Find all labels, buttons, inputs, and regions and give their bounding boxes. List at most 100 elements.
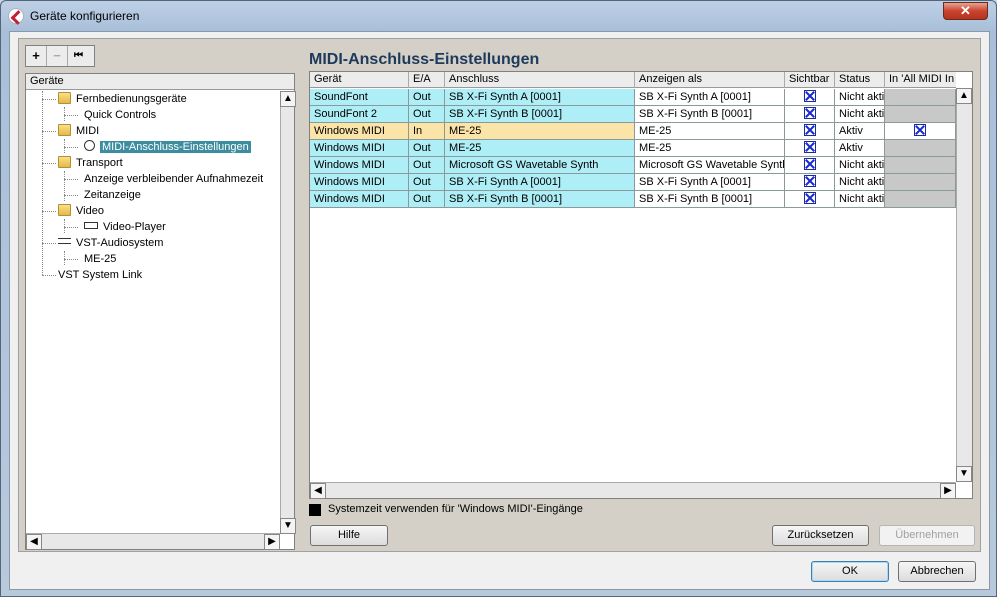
cell-visible[interactable] (785, 106, 835, 123)
tree-item-zeitanzeige[interactable]: Zeitanzeige (84, 187, 141, 203)
tree-item-me-25[interactable]: ME-25 (84, 251, 116, 267)
remove-device-button[interactable]: − (47, 46, 68, 66)
cell-port[interactable]: ME-25 (445, 140, 635, 157)
tree-item-vst-audiosystem[interactable]: VST-Audiosystem (58, 235, 163, 251)
table-row[interactable]: Windows MIDI Out Microsoft GS Wavetable Sy… (310, 157, 956, 174)
table-row[interactable]: Windows MIDI In ME-25 ME-25 Aktiv (310, 123, 956, 140)
tree-item-transport[interactable]: Transport (58, 155, 123, 171)
cell-device[interactable]: Windows MIDI (310, 140, 409, 157)
tree-item-anzeige-aufnahmezeit[interactable]: Anzeige verbleibender Aufnahmezeit (84, 171, 263, 187)
cancel-button[interactable]: Abbrechen (898, 561, 976, 582)
scroll-left-arrow-icon[interactable]: ◀ (310, 483, 326, 499)
checkbox-checked-icon[interactable] (803, 141, 816, 153)
cell-show-as[interactable]: Microsoft GS Wavetable Synth (635, 157, 785, 174)
cell-all-midi-in[interactable] (885, 191, 956, 208)
scroll-right-arrow-icon[interactable]: ▶ (940, 483, 956, 499)
tree-item-vst-system-link[interactable]: VST System Link (58, 267, 142, 283)
cell-all-midi-in[interactable] (885, 123, 956, 140)
column-header-io[interactable]: E/A (409, 72, 445, 88)
cell-all-midi-in[interactable] (885, 140, 956, 157)
scroll-down-arrow-icon[interactable]: ▼ (280, 518, 296, 534)
table-row[interactable]: Windows MIDI Out SB X-Fi Synth B [0001] SB … (310, 191, 956, 208)
cell-visible[interactable] (785, 191, 835, 208)
help-button[interactable]: Hilfe (310, 525, 388, 546)
cell-device[interactable]: Windows MIDI (310, 123, 409, 140)
tree-item-midi-anschluss-einstellungen[interactable]: MIDI-Anschluss-Einstellungen (84, 139, 251, 155)
column-header-port[interactable]: Anschluss (445, 72, 635, 88)
checkbox-checked-icon[interactable] (914, 124, 926, 136)
cell-io[interactable]: Out (409, 157, 445, 174)
cell-visible[interactable] (785, 157, 835, 174)
table-row[interactable]: SoundFont Out SB X-Fi Synth A [0001] SB X-F… (310, 89, 956, 106)
cell-show-as[interactable]: SB X-Fi Synth B [0001] (635, 106, 785, 123)
cell-device[interactable]: SoundFont (310, 89, 409, 106)
reset-first-button[interactable]: ⏮ (68, 46, 89, 66)
scroll-left-arrow-icon[interactable]: ◀ (26, 534, 42, 550)
cell-status[interactable]: Aktiv (835, 140, 885, 157)
cell-port[interactable]: SB X-Fi Synth B [0001] (445, 191, 635, 208)
apply-button[interactable]: Übernehmen (879, 525, 975, 546)
close-button[interactable]: ✕ (943, 2, 988, 20)
tree-item-video-player[interactable]: Video-Player (84, 219, 166, 235)
cell-visible[interactable] (785, 140, 835, 157)
reset-button[interactable]: Zurücksetzen (772, 525, 869, 546)
tree-item-fernbedienungsgeraete[interactable]: Fernbedienungsgeräte (58, 91, 187, 107)
cell-show-as[interactable]: SB X-Fi Synth A [0001] (635, 89, 785, 106)
cell-show-as[interactable]: ME-25 (635, 140, 785, 157)
cell-port[interactable]: SB X-Fi Synth A [0001] (445, 89, 635, 106)
cell-io[interactable]: Out (409, 140, 445, 157)
tree-item-midi[interactable]: MIDI (58, 123, 99, 139)
cell-status[interactable]: Nicht aktiv (835, 174, 885, 191)
cell-port[interactable]: ME-25 (445, 123, 635, 140)
cell-status[interactable]: Nicht aktiv (835, 89, 885, 106)
cell-status[interactable]: Aktiv (835, 123, 885, 140)
table-row[interactable]: Windows MIDI Out ME-25 ME-25 Aktiv (310, 140, 956, 157)
tree-item-quick-controls[interactable]: Quick Controls (84, 107, 156, 123)
cell-port[interactable]: Microsoft GS Wavetable Synth (445, 157, 635, 174)
column-header-status[interactable]: Status (835, 72, 885, 88)
cell-port[interactable]: SB X-Fi Synth B [0001] (445, 106, 635, 123)
cell-io[interactable]: Out (409, 89, 445, 106)
column-header-show-as[interactable]: Anzeigen als (635, 72, 785, 88)
tree-item-video[interactable]: Video (58, 203, 104, 219)
cell-io[interactable]: Out (409, 191, 445, 208)
table-vertical-scrollbar[interactable]: ▲ ▼ (956, 88, 972, 482)
tree-horizontal-scrollbar[interactable]: ◀ ▶ (26, 533, 280, 550)
table-horizontal-scrollbar[interactable]: ◀ ▶ (310, 482, 956, 499)
cell-status[interactable]: Nicht aktiv (835, 191, 885, 208)
column-header-all-midi-in[interactable]: In 'All MIDI In (885, 72, 956, 88)
cell-show-as[interactable]: SB X-Fi Synth A [0001] (635, 174, 785, 191)
cell-all-midi-in[interactable] (885, 174, 956, 191)
column-header-device[interactable]: Gerät (310, 72, 409, 88)
cell-device[interactable]: Windows MIDI (310, 174, 409, 191)
checkbox-checked-icon[interactable] (803, 124, 816, 136)
cell-visible[interactable] (785, 123, 835, 140)
cell-all-midi-in[interactable] (885, 89, 956, 106)
scroll-up-arrow-icon[interactable]: ▲ (280, 91, 296, 107)
cell-device[interactable]: Windows MIDI (310, 191, 409, 208)
checkbox-checked-icon[interactable] (803, 90, 816, 102)
cell-io[interactable]: In (409, 123, 445, 140)
checkbox-checked-icon[interactable] (803, 192, 816, 204)
cell-io[interactable]: Out (409, 174, 445, 191)
system-time-checkbox[interactable] (309, 504, 321, 516)
cell-show-as[interactable]: ME-25 (635, 123, 785, 140)
add-device-button[interactable]: + (26, 46, 47, 66)
ok-button[interactable]: OK (811, 561, 889, 582)
checkbox-checked-icon[interactable] (803, 175, 816, 187)
cell-show-as[interactable]: SB X-Fi Synth B [0001] (635, 191, 785, 208)
cell-all-midi-in[interactable] (885, 106, 956, 123)
checkbox-checked-icon[interactable] (803, 107, 816, 119)
cell-port[interactable]: SB X-Fi Synth A [0001] (445, 174, 635, 191)
cell-status[interactable]: Nicht aktiv (835, 157, 885, 174)
checkbox-checked-icon[interactable] (803, 158, 816, 170)
table-row[interactable]: SoundFont 2 Out SB X-Fi Synth B [0001] SB X… (310, 106, 956, 123)
scroll-down-arrow-icon[interactable]: ▼ (956, 466, 972, 482)
cell-io[interactable]: Out (409, 106, 445, 123)
table-row[interactable]: Windows MIDI Out SB X-Fi Synth A [0001] SB … (310, 174, 956, 191)
cell-all-midi-in[interactable] (885, 157, 956, 174)
scroll-right-arrow-icon[interactable]: ▶ (264, 534, 280, 550)
cell-device[interactable]: SoundFont 2 (310, 106, 409, 123)
scroll-up-arrow-icon[interactable]: ▲ (956, 88, 972, 104)
cell-visible[interactable] (785, 89, 835, 106)
